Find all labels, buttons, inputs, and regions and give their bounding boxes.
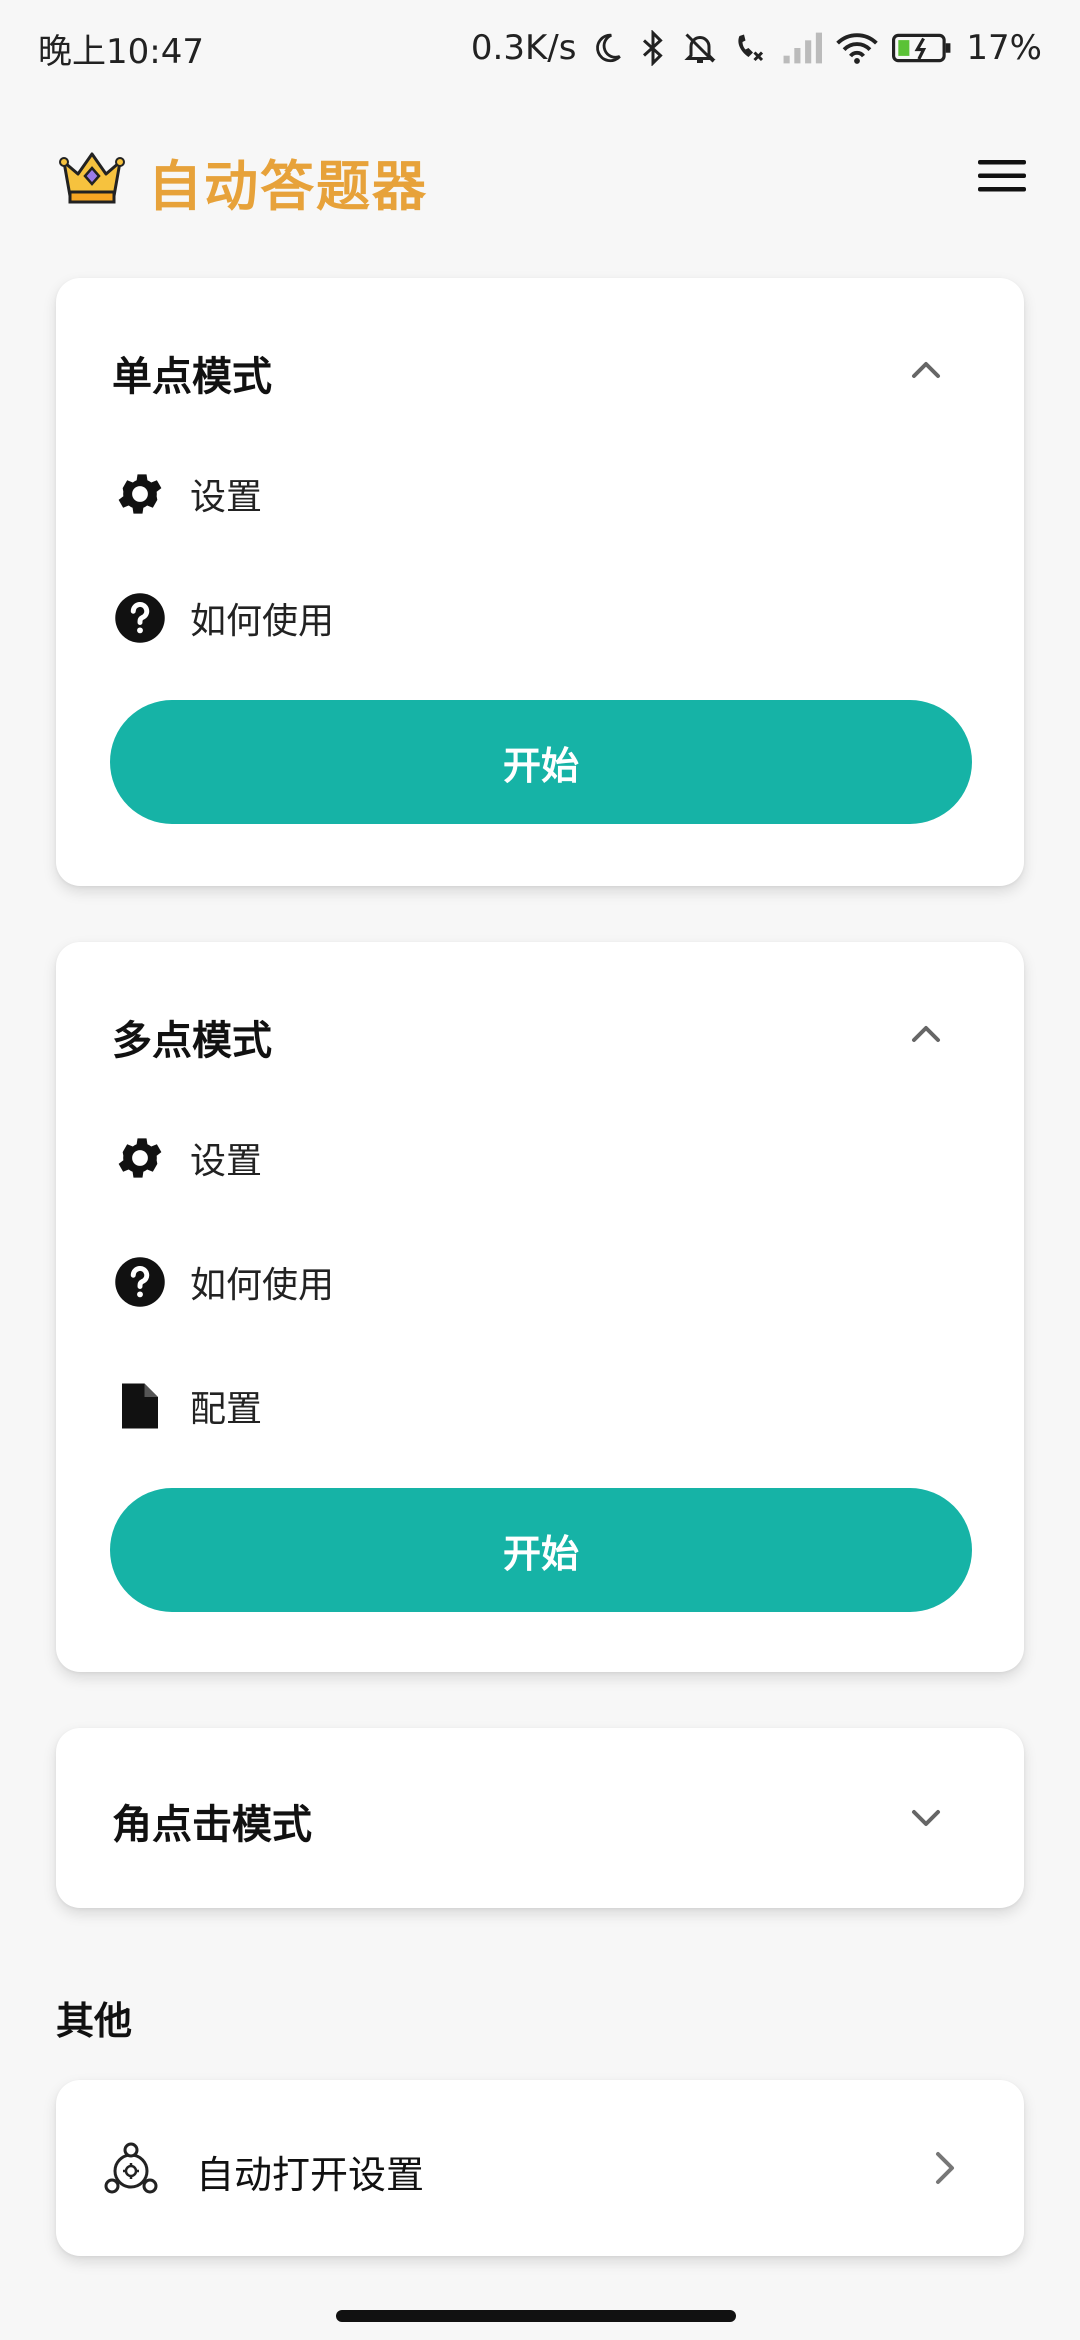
help-icon <box>112 1254 168 1310</box>
start-button[interactable]: 开始 <box>110 1488 972 1612</box>
settings-label: 设置 <box>190 1141 263 1182</box>
chevron-down-icon[interactable] <box>902 1794 950 1842</box>
config-item[interactable]: 配置 <box>112 1376 262 1436</box>
crown-icon <box>58 142 126 210</box>
settings-label: 设置 <box>190 477 263 518</box>
battery-icon <box>892 32 952 64</box>
section-title: 角点击模式 <box>112 1802 312 1848</box>
start-button[interactable]: 开始 <box>110 700 972 824</box>
call-missed-icon <box>732 30 768 66</box>
auto-open-settings-item[interactable]: 自动打开设置 <box>56 2080 1024 2256</box>
other-section-heading: 其他 <box>56 1999 133 2043</box>
gear-icon <box>112 1130 168 1186</box>
multi-point-mode-card: 多点模式 设置 如何使用 配置 开始 <box>56 942 1024 1672</box>
status-time: 晚上10:47 <box>38 31 204 72</box>
section-header[interactable]: 角点击模式 <box>112 1786 968 1850</box>
help-icon <box>112 590 168 646</box>
section-title: 多点模式 <box>112 1018 272 1064</box>
home-indicator[interactable] <box>336 2310 736 2322</box>
section-title: 单点模式 <box>112 354 272 400</box>
chevron-up-icon[interactable] <box>902 346 950 394</box>
chevron-right-icon <box>920 2144 968 2192</box>
chevron-up-icon[interactable] <box>902 1010 950 1058</box>
wifi-icon <box>836 31 879 65</box>
how-to-use-label: 如何使用 <box>190 1265 335 1306</box>
network-speed: 0.3K/s <box>470 28 577 68</box>
corner-click-mode-card[interactable]: 角点击模式 <box>56 1728 1024 1908</box>
app-title: 自动答题器 <box>148 155 428 218</box>
hamburger-menu-icon[interactable] <box>966 144 1038 208</box>
settings-item[interactable]: 设置 <box>112 464 262 524</box>
settings-share-icon <box>100 2138 162 2200</box>
how-to-use-label: 如何使用 <box>190 601 335 642</box>
how-to-use-item[interactable]: 如何使用 <box>112 588 334 648</box>
config-label: 配置 <box>190 1389 263 1430</box>
auto-open-settings-label: 自动打开设置 <box>196 2153 425 2197</box>
gear-icon <box>112 466 168 522</box>
section-header[interactable]: 多点模式 <box>112 1002 968 1066</box>
moon-icon <box>590 31 624 65</box>
battery-level: 17% <box>966 28 1042 68</box>
single-point-mode-card: 单点模式 设置 如何使用 开始 <box>56 278 1024 886</box>
app-bar: 自动答题器 <box>0 120 1080 230</box>
section-header[interactable]: 单点模式 <box>112 338 968 402</box>
status-bar: 晚上10:47 0.3K/s 17% <box>0 0 1080 96</box>
bluetooth-icon <box>638 30 668 66</box>
how-to-use-item[interactable]: 如何使用 <box>112 1252 334 1312</box>
file-icon <box>112 1378 168 1434</box>
bell-off-icon <box>682 30 718 66</box>
settings-item[interactable]: 设置 <box>112 1128 262 1188</box>
status-icons: 0.3K/s 17% <box>471 28 1042 68</box>
signal-icon <box>782 31 823 65</box>
